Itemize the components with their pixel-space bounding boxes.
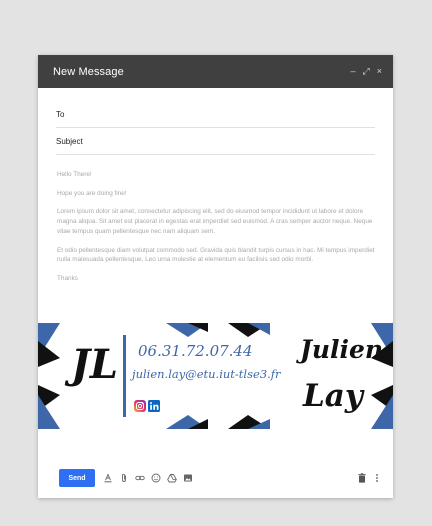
message-paragraph: Hello There!	[57, 171, 92, 178]
signature-phone[interactable]: 06.31.72.07.44	[138, 342, 253, 360]
message-paragraph: Hope you are doing fine!	[57, 189, 127, 197]
signature-email[interactable]: julien.lay@etu.iut-tlse3.fr	[132, 367, 281, 381]
signature-first-name: Julien	[300, 335, 384, 364]
message-paragraph: Lorem ipsum dolor sit amet, consectetur …	[57, 208, 373, 235]
compose-window: New Message – ⤢ × To Subject Hello There…	[38, 55, 393, 498]
signature-initials: JL	[71, 341, 119, 388]
drive-icon[interactable]	[167, 473, 177, 483]
signature-last-name: Lay	[303, 378, 363, 414]
photo-icon[interactable]	[183, 473, 193, 483]
more-options-icon[interactable]	[373, 473, 381, 483]
message-body[interactable]: Hello There! Hope you are doing fine! Lo…	[57, 170, 375, 284]
signature-banner: JL 06.31.72.07.44 julien.lay@etu.iut-tls…	[38, 323, 393, 429]
compose-title: New Message	[53, 65, 124, 78]
trash-icon[interactable]	[358, 473, 366, 483]
format-text-icon[interactable]	[103, 473, 113, 483]
send-button[interactable]: Send	[59, 469, 95, 487]
expand-icon[interactable]: ⤢	[363, 67, 370, 76]
emoji-icon[interactable]	[151, 473, 161, 483]
to-field[interactable]: To	[56, 101, 375, 128]
message-paragraph: Thanks	[57, 275, 78, 283]
to-label: To	[56, 109, 65, 119]
compose-toolbar: Send	[38, 458, 393, 498]
subject-field[interactable]: Subject	[56, 128, 375, 155]
right-tools	[358, 473, 381, 483]
subject-label: Subject	[56, 136, 83, 146]
linkedin-icon[interactable]	[148, 400, 160, 412]
attach-icon[interactable]	[119, 473, 129, 483]
compose-titlebar[interactable]: New Message – ⤢ ×	[38, 55, 393, 88]
link-icon[interactable]	[135, 473, 145, 483]
instagram-icon[interactable]	[134, 400, 146, 412]
message-paragraph: Et odio pellentesque diam volutpat commo…	[57, 246, 375, 264]
formatting-tools	[103, 473, 358, 483]
minimize-icon[interactable]: –	[351, 67, 356, 76]
close-icon[interactable]: ×	[377, 67, 382, 76]
window-controls: – ⤢ ×	[351, 67, 382, 76]
